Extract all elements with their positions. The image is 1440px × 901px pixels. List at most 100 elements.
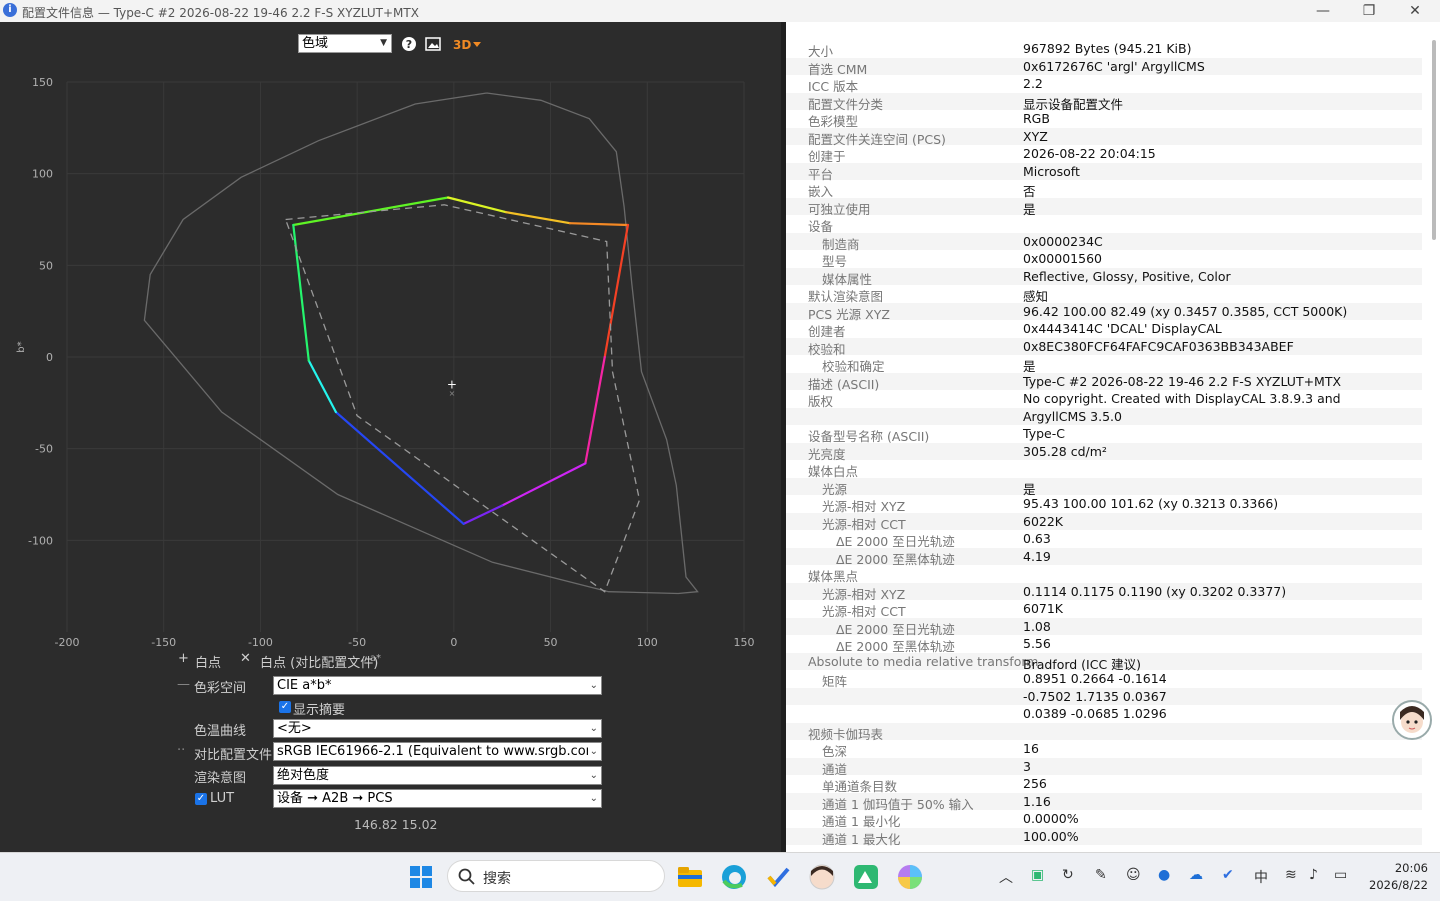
info-icon: i bbox=[3, 3, 17, 17]
scrollbar[interactable] bbox=[1432, 40, 1436, 240]
help-icon[interactable]: ? bbox=[401, 36, 417, 52]
info-row: 描述 (ASCII) Type-C #2 2026-08-22 19-46 2.2… bbox=[786, 372, 1422, 392]
refresh-icon[interactable]: ↻ bbox=[1062, 867, 1074, 883]
chevron-down-icon: ▼ bbox=[380, 38, 387, 48]
search-box[interactable]: 搜索 bbox=[447, 860, 665, 892]
info-row: 默认渲染意图 感知 bbox=[786, 285, 1422, 304]
info-row: 大小 967892 Bytes (945.21 KiB) bbox=[786, 40, 1422, 59]
cct-value: <无> bbox=[277, 721, 312, 736]
info-value: Reflective, Glossy, Positive, Color bbox=[1023, 268, 1231, 284]
pen-icon[interactable]: ✎ bbox=[1095, 867, 1107, 883]
tray-blue-icon[interactable]: ● bbox=[1158, 867, 1170, 883]
windows-start-icon[interactable] bbox=[407, 863, 435, 891]
x-tick-label: -150 bbox=[151, 636, 176, 649]
avatar[interactable] bbox=[1392, 700, 1432, 740]
ime-indicator[interactable]: 中 bbox=[1254, 867, 1268, 887]
info-value: 2.2 bbox=[1023, 76, 1043, 91]
info-row: 光源-相对 CCT 6022K bbox=[786, 512, 1422, 532]
close-button[interactable]: ✕ bbox=[1392, 0, 1438, 22]
info-row: 通道 1 伽玛值于 50% 输入 1.16 bbox=[786, 792, 1422, 812]
info-value: 2026-08-22 20:04:15 bbox=[1023, 146, 1156, 161]
y-tick-label: -100 bbox=[28, 534, 53, 547]
info-row: 平台 Microsoft bbox=[786, 162, 1422, 182]
tray-app-icon[interactable]: ▣ bbox=[1031, 867, 1044, 883]
compare-label: 对比配置文件 bbox=[194, 748, 273, 763]
view-select[interactable]: 色域 ▼ bbox=[298, 34, 392, 53]
displaycal-icon[interactable] bbox=[852, 863, 880, 891]
wifi-icon[interactable]: ≋ bbox=[1285, 867, 1297, 883]
intent-select[interactable]: 绝对色度 ⌄ bbox=[273, 766, 602, 785]
info-row: 光源-相对 XYZ 95.43 100.00 101.62 (xy 0.3213 … bbox=[786, 495, 1422, 514]
info-row: 光源是 bbox=[786, 477, 1422, 497]
restore-button[interactable]: ❐ bbox=[1346, 0, 1392, 22]
clock-time: 20:06 bbox=[1394, 861, 1428, 875]
legend-white-compare: 白点 (对比配置文件) bbox=[260, 656, 379, 671]
colorspace-value: CIE a*b* bbox=[277, 678, 332, 693]
info-row: 通道 1 最小化 0.0000% bbox=[786, 810, 1422, 829]
cursor-coords: 146.82 15.02 bbox=[354, 817, 438, 832]
info-row: -0.7502 1.7135 0.0367 bbox=[786, 687, 1422, 705]
volume-icon[interactable]: ♪ bbox=[1309, 867, 1318, 883]
info-value: 0x6172676C 'argl' ArgyllCMS bbox=[1023, 58, 1205, 74]
y-tick-label: 50 bbox=[39, 259, 53, 272]
info-row: ΔE 2000 至日光轨迹 1.08 bbox=[786, 617, 1422, 637]
avatar-app-icon[interactable] bbox=[808, 863, 836, 891]
info-value: RGB bbox=[1023, 111, 1050, 126]
info-value: 0x0000234C bbox=[1023, 233, 1103, 249]
cloud-icon[interactable]: ☁ bbox=[1189, 867, 1203, 883]
info-value: 0x8EC380FCF64FAFC9CAF0363BB343ABEF bbox=[1023, 338, 1294, 354]
minimize-button[interactable]: — bbox=[1300, 0, 1346, 22]
clock-date: 2026/8/22 bbox=[1369, 878, 1428, 892]
image-icon[interactable] bbox=[425, 36, 441, 52]
clock[interactable]: 20:06 2026/8/22 bbox=[1369, 860, 1428, 894]
y-tick-label: -50 bbox=[35, 443, 53, 456]
compare-white-marker-icon: ✕ bbox=[240, 651, 251, 666]
white-point-marker-icon: + bbox=[178, 651, 189, 666]
info-key: 通道 1 最大化 bbox=[822, 831, 901, 847]
x-tick-label: 150 bbox=[734, 636, 755, 649]
info-row: 制造商 0x0000234C bbox=[786, 232, 1422, 252]
tray-avatar-icon[interactable]: ☺ bbox=[1126, 867, 1141, 883]
info-value: 1.16 bbox=[1023, 793, 1051, 809]
color-wheel-icon[interactable] bbox=[896, 863, 924, 891]
compare-select[interactable]: sRGB IEC61966-2.1 (Equivalent to www.srg… bbox=[273, 742, 602, 761]
info-value: 6022K bbox=[1023, 513, 1064, 529]
3d-view-icon[interactable]: 3D bbox=[452, 36, 484, 52]
summary-checkbox[interactable]: ✓ bbox=[279, 701, 291, 713]
file-explorer-icon[interactable] bbox=[676, 863, 704, 891]
info-value: 95.43 100.00 101.62 (xy 0.3213 0.3366) bbox=[1023, 496, 1279, 511]
chevron-down-icon: ⌄ bbox=[587, 767, 598, 784]
info-row: Absolute to media relative transform Brad… bbox=[786, 652, 1422, 672]
todo-icon[interactable] bbox=[764, 863, 792, 891]
lut-checkbox[interactable]: ✓ bbox=[195, 793, 207, 805]
lut-select[interactable]: 设备 ➞ A2B ➞ PCS ⌄ bbox=[273, 789, 602, 808]
cct-select[interactable]: <无> ⌄ bbox=[273, 719, 602, 738]
edge-icon[interactable] bbox=[720, 863, 748, 891]
info-value: 100.00% bbox=[1023, 828, 1079, 844]
x-tick-label: 50 bbox=[544, 636, 558, 649]
search-icon bbox=[458, 868, 475, 885]
profile-gamut-segment bbox=[568, 222, 630, 227]
battery-icon[interactable]: ▭ bbox=[1334, 867, 1347, 883]
avatar-face-icon bbox=[1400, 706, 1424, 733]
info-row: ICC 版本 2.2 bbox=[786, 75, 1422, 94]
info-row: 媒体属性 Reflective, Glossy, Positive, Color bbox=[786, 267, 1422, 287]
profile-gamut-segment bbox=[501, 462, 587, 507]
chevron-down-icon: ⌄ bbox=[587, 743, 598, 760]
info-row: 矩阵 0.8951 0.2664 -0.1614 bbox=[786, 670, 1422, 689]
profile-gamut-segment bbox=[584, 355, 606, 465]
info-value: Type-C bbox=[1023, 426, 1065, 441]
info-value: 0.0389 -0.0685 1.0296 bbox=[1023, 706, 1167, 721]
info-value: 96.42 100.00 82.49 (xy 0.3457 0.3585, CC… bbox=[1023, 303, 1348, 319]
window-title: 配置文件信息 — Type-C #2 2026-08-22 19-46 2.2 … bbox=[22, 6, 419, 20]
colorspace-select[interactable]: CIE a*b* ⌄ bbox=[273, 676, 602, 695]
info-row: 创建于 2026-08-22 20:04:15 bbox=[786, 145, 1422, 164]
info-value: 16 bbox=[1023, 741, 1039, 756]
gamut-plot: -200 -150 -100 -50 0 50 100 150 150 100 50 0 -50 -100… bbox=[16, 76, 755, 662]
info-value: 305.28 cd/m² bbox=[1023, 443, 1107, 459]
chevron-up-icon[interactable]: ︿ bbox=[999, 867, 1013, 887]
info-value: 0.0000% bbox=[1023, 811, 1079, 826]
info-value: Type-C #2 2026-08-22 19-46 2.2 F-S XYZLU… bbox=[1023, 373, 1342, 389]
tray-todo-icon[interactable]: ✔ bbox=[1222, 867, 1234, 883]
taskbar: 搜索 ︿ ▣ ↻ ✎ ☺ ● ☁ ✔ 中 ≋ ♪ ▭ 20:06 2026/8/… bbox=[0, 852, 1440, 901]
